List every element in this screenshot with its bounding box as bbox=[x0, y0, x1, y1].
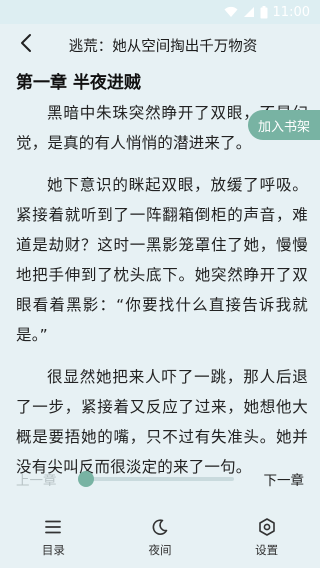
paragraph: 她下意识的眯起双眼，放缓了呼吸。紧接着就听到了一阵翻箱倒柜的声音，难道是劫财？这… bbox=[16, 176, 308, 344]
prev-chapter-button[interactable]: 上一章 bbox=[16, 469, 57, 489]
menu-icon bbox=[44, 518, 62, 536]
bottom-nav: 目录 夜间 设置 bbox=[0, 506, 320, 568]
chapter-title: 第一章 半夜进贼 bbox=[16, 73, 141, 93]
nav-item-catalog[interactable]: 目录 bbox=[0, 506, 107, 568]
status-icons: 11:00 bbox=[224, 4, 310, 20]
status-time: 11:00 bbox=[272, 4, 310, 20]
wifi-icon bbox=[224, 6, 238, 18]
reader-header: 逃荒：她从空间掏出千万物资 bbox=[0, 24, 320, 66]
chapter-content: 黑暗中朱珠突然睁开了双眼，不是幻觉，是真的有人悄悄的潜进来了。 她下意识的眯起双… bbox=[16, 98, 308, 496]
nav-label: 设置 bbox=[255, 543, 279, 557]
add-to-bookshelf-button[interactable]: 加入书架 bbox=[248, 110, 320, 140]
next-chapter-button[interactable]: 下一章 bbox=[264, 469, 305, 489]
nav-label: 目录 bbox=[41, 543, 65, 557]
book-title: 逃荒：她从空间掏出千万物资 bbox=[68, 39, 258, 55]
chapter-progress: 上一章 下一章 bbox=[0, 466, 320, 490]
paragraph: 很显然她把来人吓了一跳，那人后退了一步，紧接着又反应了过来，她想他大概是要捂她的… bbox=[16, 368, 308, 476]
nav-item-settings[interactable]: 设置 bbox=[213, 506, 320, 568]
settings-icon bbox=[258, 518, 276, 536]
battery-icon bbox=[260, 5, 268, 19]
moon-icon bbox=[151, 518, 169, 536]
status-bar: 11:00 bbox=[0, 0, 320, 24]
nav-item-night-mode[interactable]: 夜间 bbox=[107, 506, 214, 568]
progress-slider[interactable] bbox=[78, 471, 234, 487]
progress-slider-thumb[interactable] bbox=[78, 471, 94, 487]
nav-label: 夜间 bbox=[148, 543, 172, 557]
signal-icon bbox=[243, 6, 255, 18]
